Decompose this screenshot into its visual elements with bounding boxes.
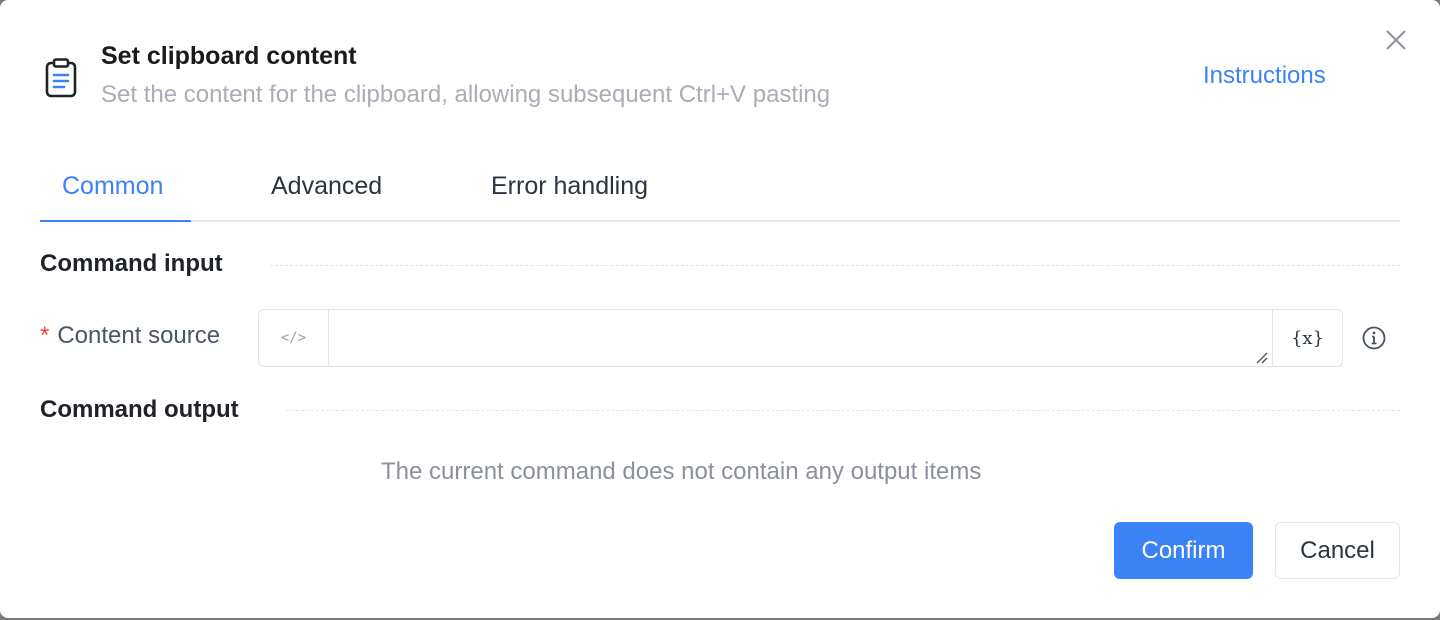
dialog-subtitle: Set the content for the clipboard, allow… [101, 81, 831, 108]
command-output-heading: Command output [40, 396, 239, 423]
variable-insert-icon[interactable]: {x} [1256, 310, 1342, 366]
close-icon[interactable] [1384, 28, 1408, 52]
active-tab-indicator [40, 220, 191, 222]
info-icon[interactable] [1361, 325, 1387, 351]
dialog-title: Set clipboard content [101, 42, 357, 70]
command-input-heading: Command input [40, 250, 223, 277]
tab-common[interactable]: Common [62, 172, 163, 201]
resize-handle-icon[interactable] [1254, 350, 1268, 364]
section-divider [270, 265, 1400, 266]
instructions-link[interactable]: Instructions [1203, 62, 1326, 90]
content-source-input[interactable] [329, 310, 1273, 366]
section-divider [286, 410, 1400, 411]
variable-insert-label: {x} [1290, 327, 1325, 349]
tab-advanced[interactable]: Advanced [271, 172, 382, 201]
code-mode-icon[interactable]: </> [259, 310, 329, 366]
cancel-button[interactable]: Cancel [1275, 522, 1400, 579]
empty-output-message: The current command does not contain any… [381, 458, 982, 485]
content-source-field: </> {x} [258, 309, 1343, 367]
tab-bar: Common Advanced Error handling [40, 160, 1400, 222]
content-source-label-text: Content source [57, 322, 221, 349]
confirm-button[interactable]: Confirm [1114, 522, 1253, 579]
tab-error-handling[interactable]: Error handling [491, 172, 648, 201]
content-source-label: * Content source [40, 322, 220, 350]
required-mark: * [40, 322, 50, 349]
clipboard-icon [44, 58, 78, 98]
set-clipboard-dialog: Set clipboard content Set the content fo… [0, 0, 1440, 618]
